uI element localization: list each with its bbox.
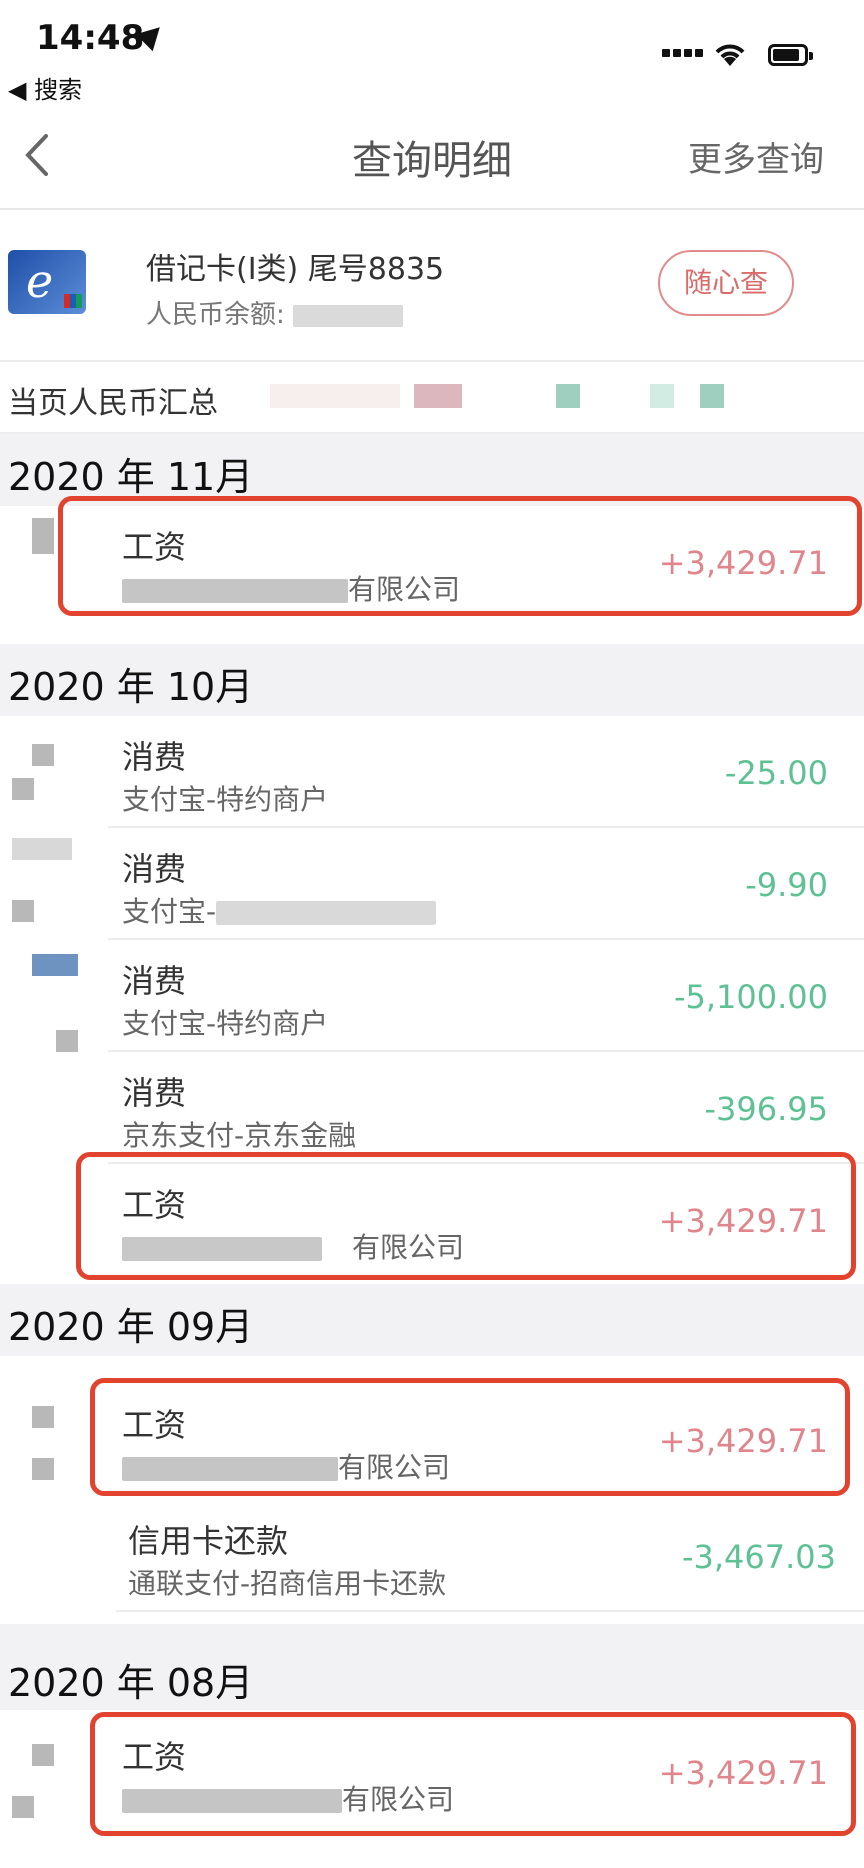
merchant-icon: [0, 716, 100, 828]
transaction-type: 信用卡还款: [128, 1522, 289, 1560]
transaction-type: 工资: [122, 1186, 187, 1224]
company-name: 有限公司: [352, 1231, 465, 1264]
transaction-desc: 支付宝-特约商户: [122, 1007, 329, 1040]
transaction-row[interactable]: 消费 支付宝-特约商户 -25.00: [0, 716, 864, 828]
transaction-desc: 京东支付-京东金融: [122, 1119, 357, 1152]
transaction-desc: 有限公司: [122, 1226, 464, 1266]
merchant-icon: [0, 506, 100, 618]
battery-icon: [768, 44, 813, 66]
month-header-2020-11: 2020 年 11月: [0, 434, 864, 506]
company-name: 有限公司: [342, 1783, 455, 1816]
wifi-icon: [715, 44, 745, 66]
transaction-type: 消费: [122, 962, 187, 1000]
transaction-row[interactable]: 消费 支付宝-特约商户 -5,100.00: [0, 940, 864, 1052]
more-query-button[interactable]: 更多查询: [688, 132, 824, 181]
merchant-icon: [0, 1384, 100, 1496]
page-summary: 当页人民币汇总: [0, 362, 864, 434]
summary-redacted: [556, 384, 580, 408]
transaction-row[interactable]: 消费 京东支付-京东金融 -396.95: [0, 1052, 864, 1164]
transaction-type: 工资: [122, 1406, 187, 1444]
card-balance: 人民币余额:: [146, 294, 404, 331]
transaction-amount: -5,100.00: [673, 978, 828, 1016]
transaction-type: 工资: [122, 1738, 187, 1776]
summary-redacted: [700, 384, 724, 408]
transaction-desc: 有限公司: [122, 1778, 454, 1818]
company-name: 有限公司: [348, 573, 461, 606]
transaction-desc: 有限公司: [122, 1446, 450, 1486]
account-card: e 借记卡(Ⅰ类) 尾号8835 人民币余额: 随心查: [0, 210, 864, 362]
quick-query-button[interactable]: 随心查: [658, 250, 794, 316]
transaction-amount: +3,429.71: [658, 1422, 828, 1460]
month-label: 2020 年 10月: [8, 665, 254, 709]
transaction-row[interactable]: 工资 有限公司 +3,429.71: [0, 506, 864, 618]
transaction-row[interactable]: 信用卡还款 通联支付-招商信用卡还款 -3,467.03: [0, 1500, 864, 1612]
month-label: 2020 年 09月: [8, 1305, 254, 1349]
transaction-amount: +3,429.71: [658, 1754, 828, 1792]
transaction-amount: -25.00: [724, 754, 828, 792]
card-name: 借记卡(Ⅰ类) 尾号8835: [146, 252, 445, 287]
month-label: 2020 年 08月: [8, 1661, 254, 1705]
transaction-row[interactable]: 工资 有限公司 +3,429.71: [0, 1716, 864, 1828]
transaction-type: 消费: [122, 1074, 187, 1112]
summary-redacted: [270, 384, 400, 408]
transaction-amount: -9.90: [745, 866, 828, 904]
month-header-2020-09: 2020 年 09月: [0, 1284, 864, 1356]
month-label: 2020 年 11月: [8, 455, 254, 499]
transaction-row[interactable]: 消费 支付宝- -9.90: [0, 828, 864, 940]
transaction-desc: 支付宝-特约商户: [122, 783, 329, 816]
transaction-row[interactable]: 工资 有限公司 +3,429.71: [0, 1164, 864, 1276]
cellular-signal-icon: [662, 42, 706, 61]
merchant-icon: [0, 828, 100, 940]
company-name: 有限公司: [338, 1451, 451, 1484]
summary-label: 当页人民币汇总: [8, 386, 218, 421]
transaction-amount: -3,467.03: [681, 1538, 836, 1576]
merchant-name: 支付宝-: [122, 895, 217, 928]
transaction-amount: -396.95: [704, 1090, 828, 1128]
month-header-2020-10: 2020 年 10月: [0, 644, 864, 716]
transaction-amount: +3,429.71: [658, 1202, 828, 1240]
balance-redacted: [293, 304, 404, 327]
transaction-type: 消费: [122, 738, 187, 776]
status-time: 14:48: [36, 18, 145, 58]
summary-redacted: [414, 384, 462, 408]
transaction-amount: +3,429.71: [658, 544, 828, 582]
bank-card-logo: e: [8, 250, 86, 314]
navigation-bar: 查询明细 更多查询: [0, 100, 864, 210]
merchant-icon: [0, 940, 100, 1052]
balance-label: 人民币余额:: [146, 300, 285, 330]
transaction-type: 消费: [122, 850, 187, 888]
transaction-desc: 有限公司: [122, 568, 460, 608]
merchant-icon: [0, 1716, 100, 1828]
transaction-desc: 支付宝-: [122, 890, 437, 930]
summary-redacted: [650, 384, 674, 408]
transaction-type: 工资: [122, 528, 187, 566]
transaction-row[interactable]: 工资 有限公司 +3,429.71: [0, 1384, 864, 1496]
month-header-2020-08: 2020 年 08月: [0, 1624, 864, 1710]
transaction-desc: 通联支付-招商信用卡还款: [128, 1567, 447, 1600]
status-bar: 14:48 ◀ 搜索: [0, 0, 864, 104]
